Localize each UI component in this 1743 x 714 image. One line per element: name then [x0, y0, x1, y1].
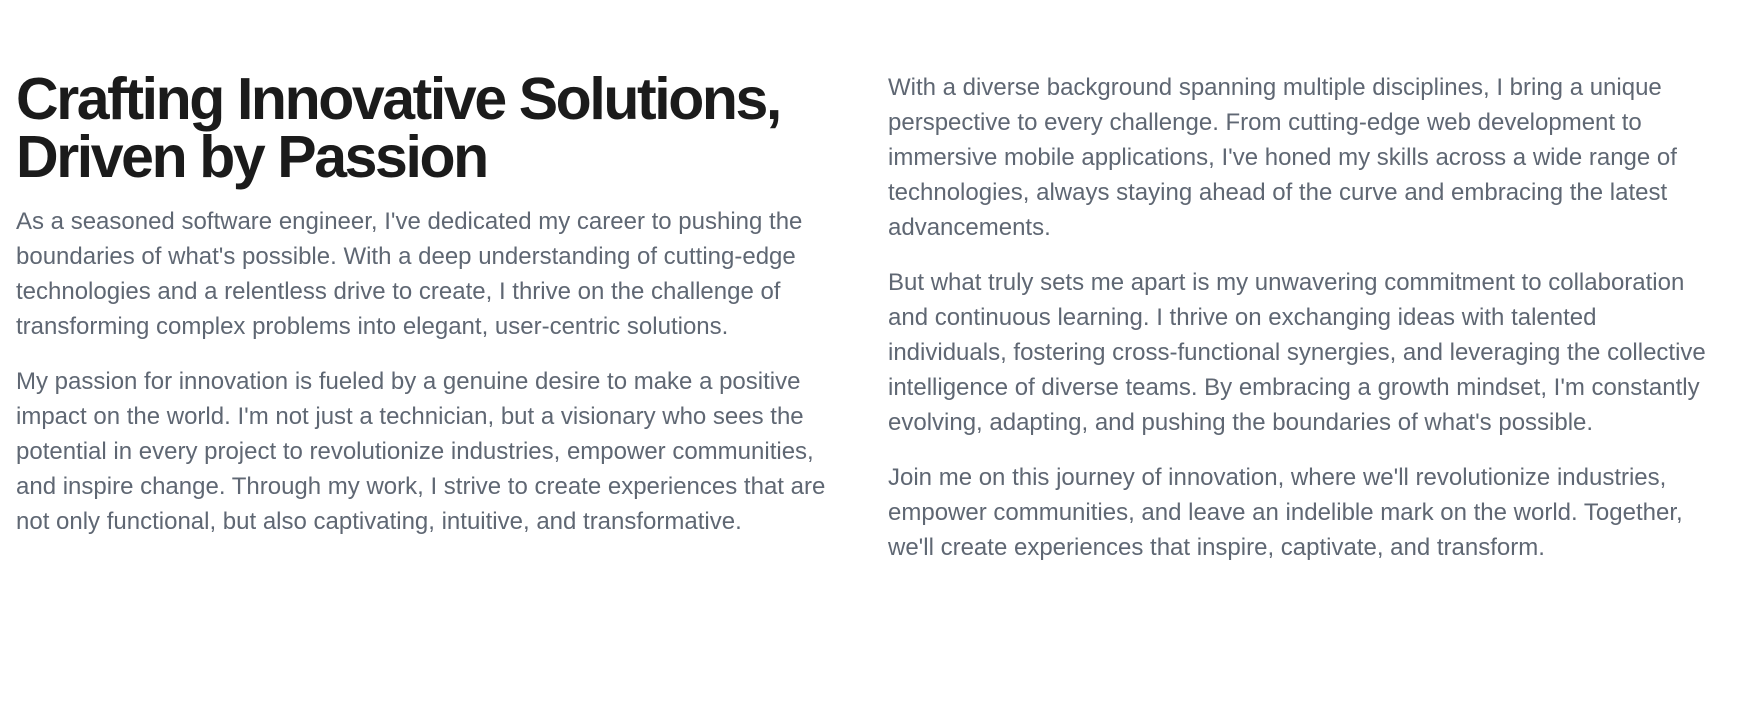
background-paragraph: With a diverse background spanning multi… — [888, 74, 1677, 241]
intro-paragraph: As a seasoned software engineer, I've de… — [16, 208, 803, 340]
page-title-line-1: Crafting Innovative Solutions, — [16, 66, 782, 132]
right-column: With a diverse background spanning multi… — [888, 70, 1716, 585]
passion-paragraph: My passion for innovation is fueled by a… — [16, 368, 826, 535]
left-column: Crafting Innovative Solutions, Driven by… — [16, 70, 840, 585]
page-title-line-2: Driven by Passion — [16, 124, 489, 190]
collaboration-paragraph: But what truly sets me apart is my unwav… — [888, 269, 1706, 436]
call-to-action-paragraph: Join me on this journey of innovation, w… — [888, 464, 1683, 561]
page-title: Crafting Innovative Solutions, Driven by… — [16, 66, 840, 190]
about-section: Crafting Innovative Solutions, Driven by… — [16, 70, 1716, 585]
